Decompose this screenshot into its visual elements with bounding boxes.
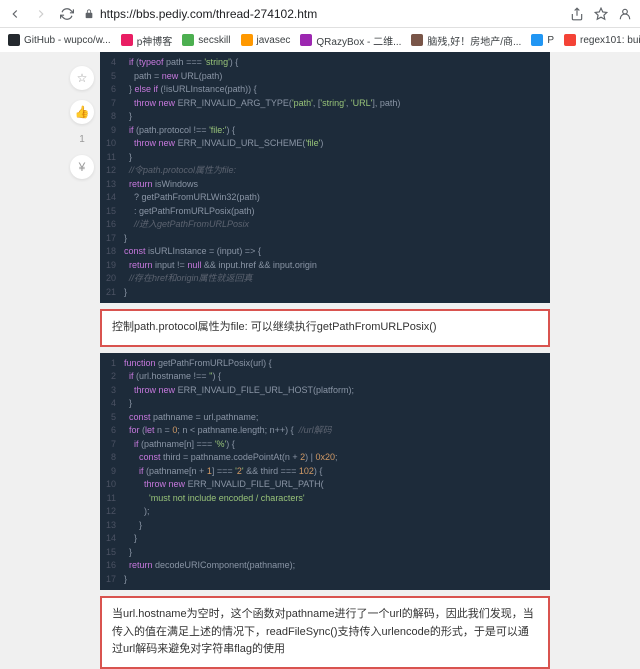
bookmark-favicon <box>300 34 312 46</box>
reload-icon[interactable] <box>60 7 74 21</box>
code-line: 19 return input != null && input.href &&… <box>100 259 550 273</box>
bookmark-item[interactable]: P <box>531 34 554 46</box>
code-line: 7 throw new ERR_INVALID_ARG_TYPE('path',… <box>100 97 550 111</box>
share-icon[interactable] <box>570 7 584 21</box>
code-line: 14 ? getPathFromURLWin32(path) <box>100 191 550 205</box>
forward-icon[interactable] <box>34 7 48 21</box>
code-line: 12 ); <box>100 505 550 519</box>
note-box-2: 当url.hostname为空时，这个函数对pathname进行了一个url的解… <box>100 596 550 669</box>
code-line: 4 if (typeof path === 'string') { <box>100 56 550 70</box>
code-line: 2 if (url.hostname !== '') { <box>100 370 550 384</box>
code-block-2: 1function getPathFromURLPosix(url) {2 if… <box>100 353 550 591</box>
bookmark-item[interactable]: 脑残,好！房地产/商... <box>411 33 521 48</box>
code-line: 9 if (pathname[n + 1] === '2' && third =… <box>100 465 550 479</box>
bookmark-favicon <box>564 34 576 46</box>
bookmark-favicon <box>8 34 20 46</box>
profile-icon[interactable] <box>618 7 632 21</box>
code-line: 17} <box>100 232 550 246</box>
code-line: 4 } <box>100 397 550 411</box>
code-line: 9 if (path.protocol !== 'file:') { <box>100 124 550 138</box>
code-line: 20 //存在href和origin属性就返回真 <box>100 272 550 286</box>
bookmark-item[interactable]: GitHub - wupco/w... <box>8 34 111 46</box>
code-line: 11 } <box>100 151 550 165</box>
like-count: 1 <box>79 134 85 145</box>
bookmarks-bar: GitHub - wupco/w... p神博客 secskill javasec QR… <box>0 28 640 52</box>
code-line: 8 } <box>100 110 550 124</box>
code-line: 13 return isWindows <box>100 178 550 192</box>
code-block-1: 4 if (typeof path === 'string') {5 path … <box>100 52 550 303</box>
code-line: 17} <box>100 573 550 587</box>
bookmark-label: GitHub - wupco/w... <box>24 35 111 46</box>
code-line: 5 path = new URL(path) <box>100 70 550 84</box>
reward-button[interactable]: ¥ <box>70 155 94 179</box>
bookmark-favicon <box>182 34 194 46</box>
bookmark-label: regex101: build, te... <box>580 35 640 46</box>
back-icon[interactable] <box>8 7 22 21</box>
code-line: 7 if (pathname[n] === '%') { <box>100 438 550 452</box>
code-line: 15 } <box>100 546 550 560</box>
like-button[interactable]: 👍 <box>70 100 94 124</box>
code-line: 21} <box>100 286 550 300</box>
url-bar[interactable]: https://bbs.pediy.com/thread-274102.htm <box>84 7 560 21</box>
code-line: 10 throw new ERR_INVALID_FILE_URL_PATH( <box>100 478 550 492</box>
browser-toolbar: https://bbs.pediy.com/thread-274102.htm <box>0 0 640 28</box>
bookmark-label: secskill <box>198 35 230 46</box>
code-line: 5 const pathname = url.pathname; <box>100 411 550 425</box>
bookmark-item[interactable]: QRazyBox - 二维... <box>300 33 401 48</box>
url-text: https://bbs.pediy.com/thread-274102.htm <box>100 7 317 21</box>
code-line: 6 for (let n = 0; n < pathname.length; n… <box>100 424 550 438</box>
code-line: 1function getPathFromURLPosix(url) { <box>100 357 550 371</box>
bookmark-favicon <box>121 34 133 46</box>
code-line: 18const isURLInstance = (input) => { <box>100 245 550 259</box>
code-line: 14 } <box>100 532 550 546</box>
bookmark-favicon <box>241 34 253 46</box>
bookmark-label: 脑残,好！房地产/商... <box>427 33 521 48</box>
side-actions: ☆ 👍 1 ¥ <box>70 66 94 179</box>
bookmark-favicon <box>531 34 543 46</box>
code-line: 10 throw new ERR_INVALID_URL_SCHEME('fil… <box>100 137 550 151</box>
bookmark-label: P <box>547 35 554 46</box>
code-line: 13 } <box>100 519 550 533</box>
code-line: 12 //令path.protocol属性为file: <box>100 164 550 178</box>
bookmark-favicon <box>411 34 423 46</box>
code-line: 8 const third = pathname.codePointAt(n +… <box>100 451 550 465</box>
star-icon[interactable] <box>594 7 608 21</box>
code-line: 16 return decodeURIComponent(pathname); <box>100 559 550 573</box>
bookmark-item[interactable]: javasec <box>241 34 291 46</box>
bookmark-label: p神博客 <box>137 33 173 48</box>
bookmark-item[interactable]: secskill <box>182 34 230 46</box>
bookmark-item[interactable]: regex101: build, te... <box>564 34 640 46</box>
code-line: 16 //进入getPathFromURLPosix <box>100 218 550 232</box>
code-line: 11 'must not include encoded / character… <box>100 492 550 506</box>
lock-icon <box>84 9 94 19</box>
bookmark-label: javasec <box>257 35 291 46</box>
bookmark-item[interactable]: p神博客 <box>121 33 173 48</box>
code-line: 15 : getPathFromURLPosix(path) <box>100 205 550 219</box>
bookmark-label: QRazyBox - 二维... <box>316 33 401 48</box>
note-box-1: 控制path.protocol属性为file: 可以继续执行getPathFro… <box>100 309 550 347</box>
code-line: 3 throw new ERR_INVALID_FILE_URL_HOST(pl… <box>100 384 550 398</box>
code-line: 6 } else if (!isURLInstance(path)) { <box>100 83 550 97</box>
favorite-button[interactable]: ☆ <box>70 66 94 90</box>
